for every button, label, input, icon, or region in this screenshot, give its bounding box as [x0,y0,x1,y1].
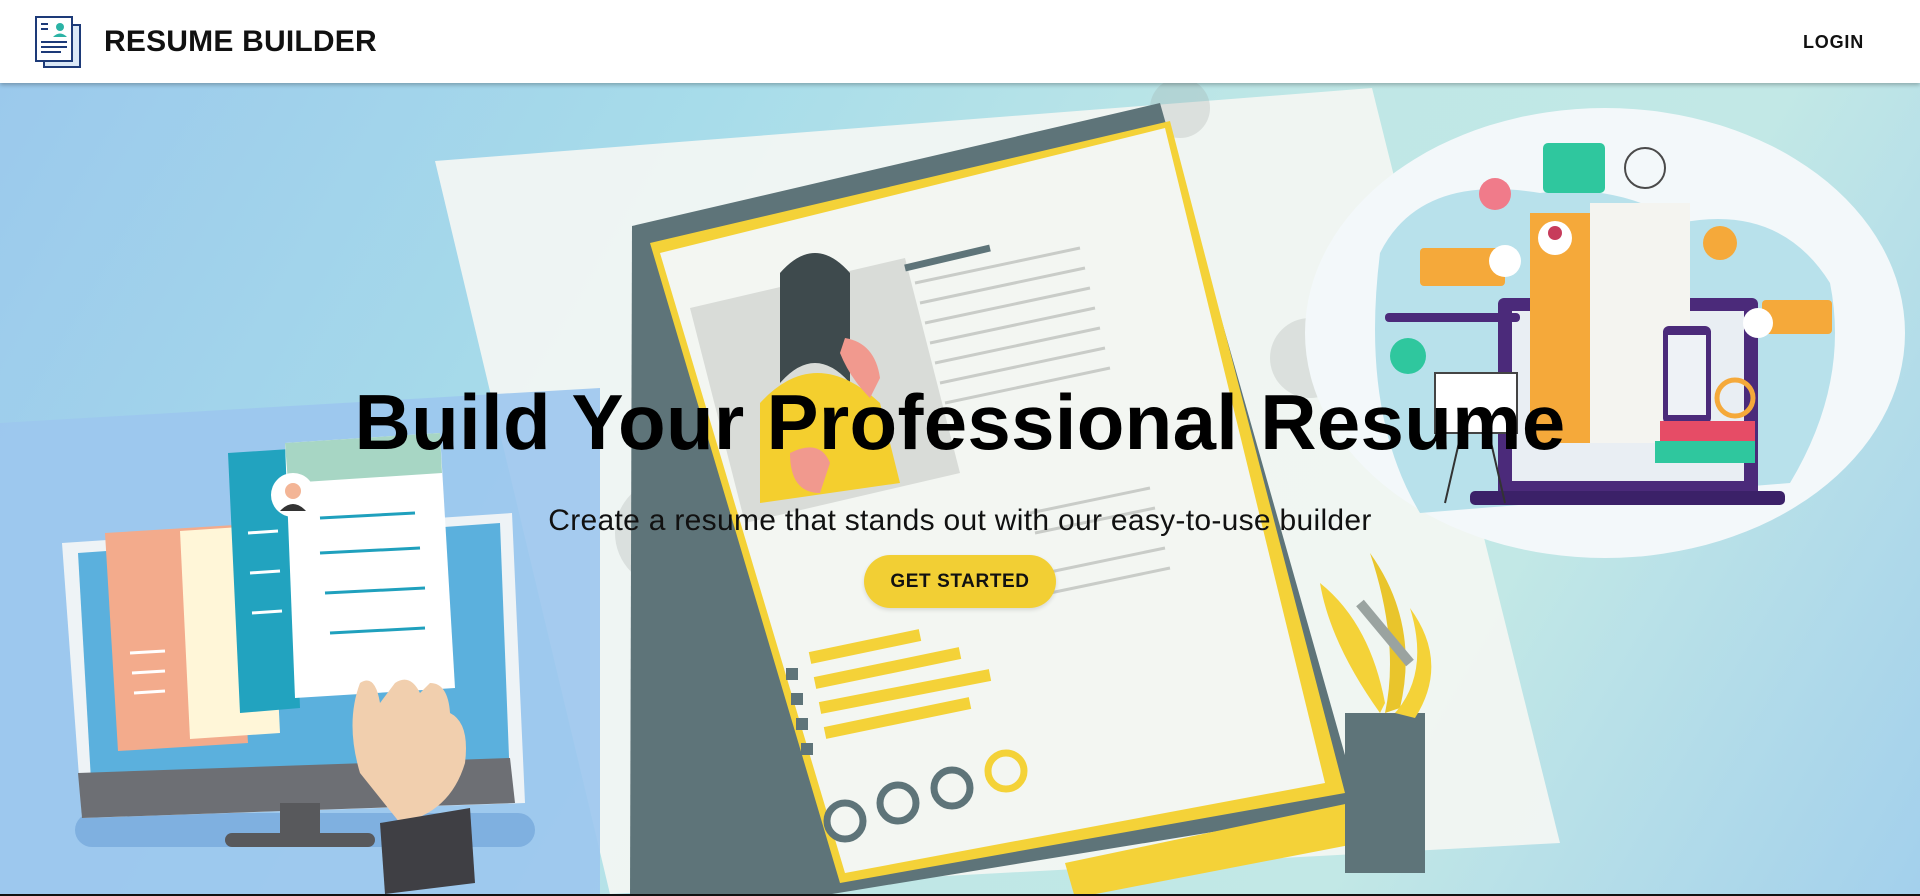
brand-title: RESUME BUILDER [104,24,377,58]
hero-content: Build Your Professional Resume Create a … [0,83,1920,894]
top-navbar: RESUME BUILDER LOGIN [0,0,1920,83]
login-button[interactable]: LOGIN [1795,26,1872,59]
hero-subtitle: Create a resume that stands out with our… [548,504,1372,537]
hero-title: Build Your Professional Resume [354,378,1566,466]
brand[interactable]: RESUME BUILDER [34,15,377,69]
get-started-button[interactable]: GET STARTED [864,555,1056,608]
resume-document-icon [35,15,81,68]
hero-section: Build Your Professional Resume Create a … [0,83,1920,894]
